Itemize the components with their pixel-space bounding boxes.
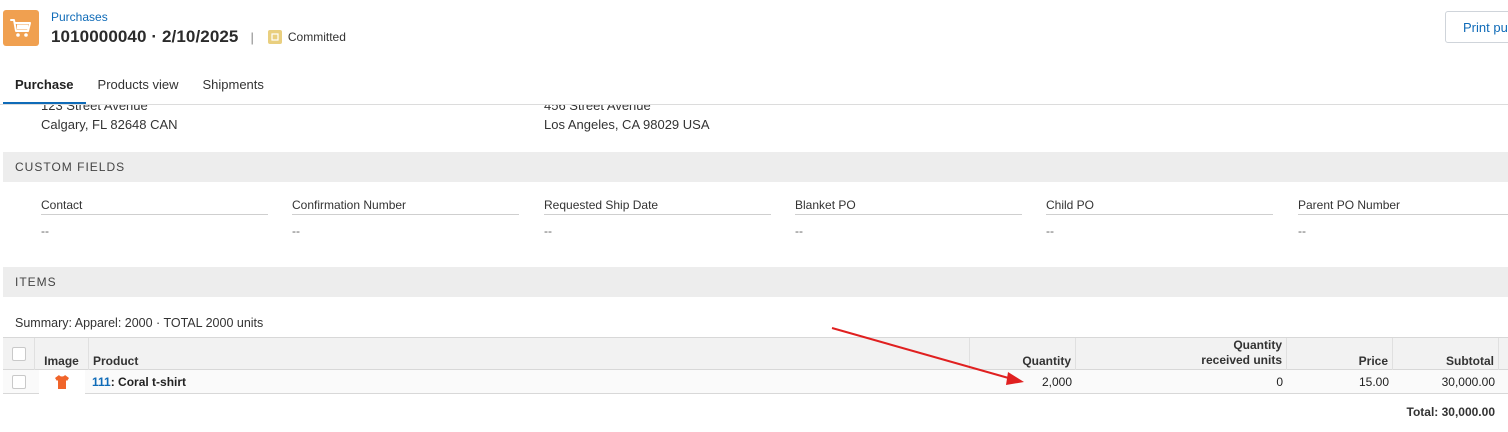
field-value: -- [292,224,300,238]
product-sku-link[interactable]: 111 [92,375,111,389]
field-label: Confirmation Number [292,198,519,215]
column-header-image: Image [35,338,89,370]
column-header-price[interactable]: Price [1287,338,1393,370]
address-block: 123 Street Avenue Calgary, FL 82648 CAN … [0,105,1508,145]
quantity-cell: 2,000 [1041,375,1072,389]
from-address-line2: Calgary, FL 82648 CAN [41,117,178,132]
product-name: : Coral t-shirt [110,375,187,389]
field-value: -- [1298,224,1306,238]
items-summary: Summary: Apparel: 2000 · TOTAL 2000 unit… [15,316,264,330]
column-header-quantity-received[interactable]: Quantity received units [1076,338,1287,370]
field-label: Contact [41,198,268,215]
subtotal-cell: 30,000.00 [1441,375,1495,389]
product-image [39,370,85,394]
received-cell: 0 [1276,375,1283,389]
tab-purchase[interactable]: Purchase [3,66,86,105]
custom-field-confirmation-number[interactable]: Confirmation Number -- [292,198,519,238]
field-value: -- [544,224,552,238]
app-icon [3,10,39,46]
custom-field-blanket-po[interactable]: Blanket PO -- [795,198,1022,238]
breadcrumb[interactable]: Purchases [51,10,108,24]
committed-status-icon [267,30,282,44]
custom-field-child-po[interactable]: Child PO -- [1046,198,1273,238]
price-cell: 15.00 [1358,375,1389,389]
items-header: ITEMS [3,267,1508,297]
status-label: Committed [287,30,346,44]
tab-bar: Purchase Products view Shipments [3,66,276,105]
custom-field-parent-po-number[interactable]: Parent PO Number -- [1298,198,1508,238]
field-value: -- [1046,224,1054,238]
print-button[interactable]: Print pu [1445,11,1508,43]
column-header-quantity[interactable]: Quantity [970,338,1076,370]
order-total: Total: 30,000.00 [1406,405,1496,419]
column-header-line: received units [1201,353,1282,367]
column-header-product[interactable]: Product [89,338,970,370]
title-separator: | [250,29,254,45]
row-checkbox[interactable] [12,375,26,389]
status-badge: Committed [267,30,346,44]
tshirt-icon [55,375,69,389]
table-row[interactable]: 111: Coral t-shirt 2,000 0 15.00 30,000.… [3,370,1508,394]
to-address-line2: Los Angeles, CA 98029 USA [544,117,710,132]
select-all-checkbox[interactable] [11,347,26,361]
page-title: 1010000040 · 2/10/2025 [51,27,239,46]
row-checkbox-cell [12,375,26,389]
to-address-line1: 456 Street Avenue [544,105,651,113]
from-address-line1: 123 Street Avenue [41,105,148,113]
items-table: Image Product Quantity Quantity received… [3,337,1508,394]
field-label: Requested Ship Date [544,198,771,215]
custom-field-requested-ship-date[interactable]: Requested Ship Date -- [544,198,771,238]
custom-field-contact[interactable]: Contact -- [41,198,268,238]
title-row: 1010000040 · 2/10/2025 | Committed [51,27,346,47]
shopping-cart-icon [10,19,31,37]
column-header-subtotal[interactable]: Subtotal [1393,338,1499,370]
custom-fields-header: CUSTOM FIELDS [3,152,1508,182]
table-header: Image Product Quantity Quantity received… [3,337,1508,370]
field-label: Blanket PO [795,198,1022,215]
field-value: -- [795,224,803,238]
product-cell: 111: Coral t-shirt [92,370,186,394]
tab-shipments[interactable]: Shipments [190,66,275,105]
column-header-line: Quantity [1233,338,1282,352]
field-label: Child PO [1046,198,1273,215]
field-label: Parent PO Number [1298,198,1508,215]
field-value: -- [41,224,49,238]
select-all-cell [3,338,35,370]
tab-products-view[interactable]: Products view [86,66,191,105]
